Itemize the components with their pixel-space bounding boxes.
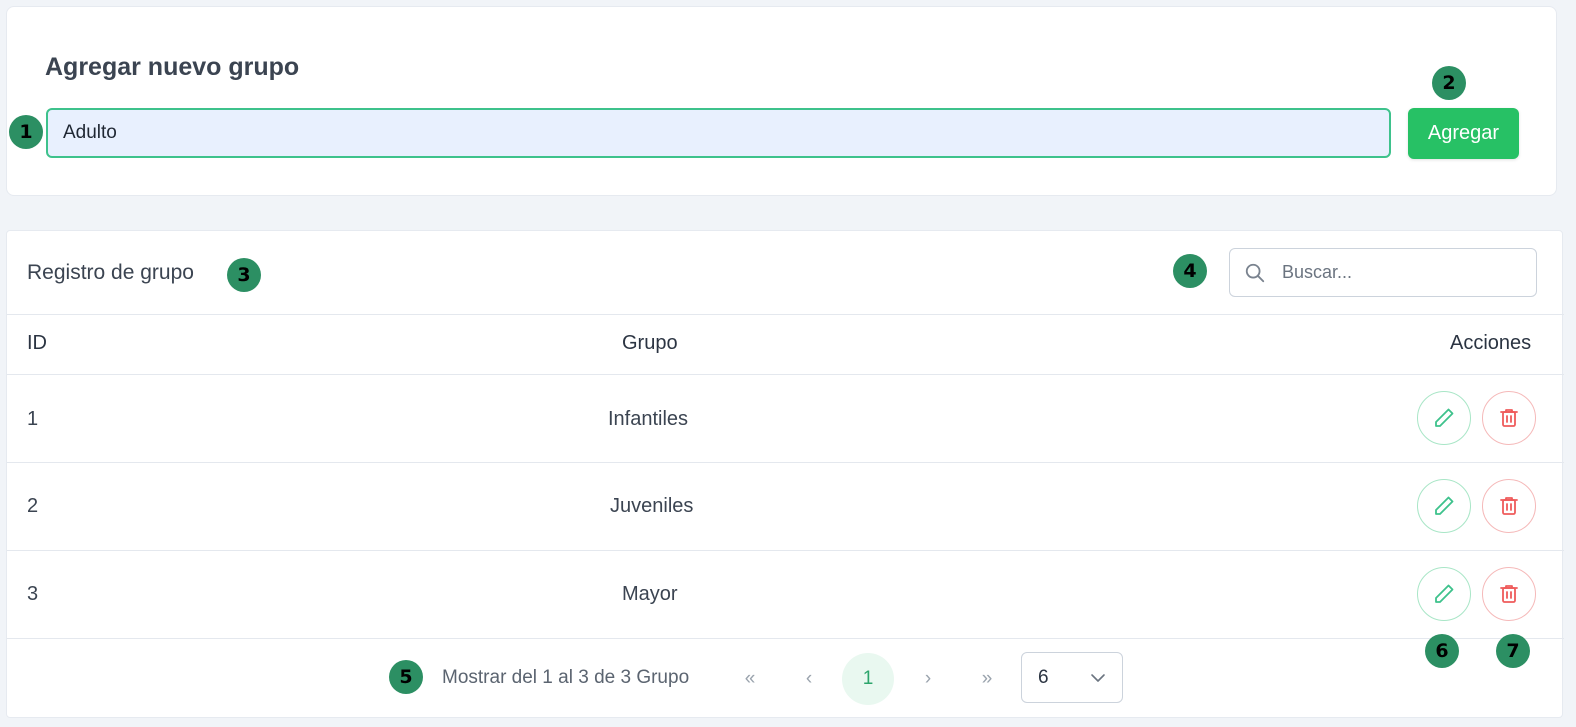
per-page-value: 6 xyxy=(1038,666,1049,688)
trash-icon xyxy=(1500,497,1518,515)
page-1-button[interactable]: 1 xyxy=(842,653,894,705)
add-group-card: Agregar nuevo grupo Agregar xyxy=(6,6,1557,196)
annotation-marker: 2 xyxy=(1432,66,1466,100)
last-page-button[interactable]: » xyxy=(961,653,1013,705)
next-page-button[interactable]: › xyxy=(902,653,954,705)
row-divider xyxy=(7,462,1564,463)
annotation-marker: 1 xyxy=(9,115,43,149)
row-id: 2 xyxy=(27,495,39,517)
first-page-button[interactable]: « xyxy=(724,653,776,705)
group-registry-card: Registro de grupo ID Grupo Acciones 1 In… xyxy=(6,230,1564,718)
annotation-marker: 5 xyxy=(389,660,423,694)
trash-icon xyxy=(1500,585,1518,603)
row-divider xyxy=(7,374,1564,375)
pencil-icon xyxy=(1435,584,1454,603)
group-name-input[interactable] xyxy=(46,108,1391,158)
registry-title: Registro de grupo xyxy=(27,261,194,284)
add-button[interactable]: Agregar xyxy=(1408,108,1519,159)
search-box[interactable] xyxy=(1229,248,1537,297)
edit-button[interactable] xyxy=(1417,391,1471,445)
annotation-marker: 3 xyxy=(227,258,261,292)
search-icon xyxy=(1245,263,1265,283)
column-header-group: Grupo xyxy=(622,332,678,354)
add-group-title: Agregar nuevo grupo xyxy=(45,53,300,81)
row-id: 1 xyxy=(27,408,39,430)
pencil-icon xyxy=(1435,408,1454,427)
column-header-id: ID xyxy=(27,332,47,354)
row-id: 3 xyxy=(27,583,39,605)
pencil-icon xyxy=(1435,496,1454,515)
annotation-marker: 7 xyxy=(1496,634,1530,668)
row-divider xyxy=(7,638,1564,639)
prev-page-button[interactable]: ‹ xyxy=(783,653,835,705)
delete-button[interactable] xyxy=(1482,567,1536,621)
annotation-marker: 6 xyxy=(1425,634,1459,668)
edit-button[interactable] xyxy=(1417,479,1471,533)
pagination-summary: Mostrar del 1 al 3 de 3 Grupo xyxy=(442,667,690,688)
row-group: Infantiles xyxy=(608,408,689,430)
row-group: Juveniles xyxy=(610,495,694,517)
annotation-marker: 4 xyxy=(1173,254,1207,288)
search-input[interactable] xyxy=(1282,249,1528,296)
row-group: Mayor xyxy=(622,583,678,605)
delete-button[interactable] xyxy=(1482,479,1536,533)
edit-button[interactable] xyxy=(1417,567,1471,621)
column-header-actions: Acciones xyxy=(1450,332,1532,354)
delete-button[interactable] xyxy=(1482,391,1536,445)
header-divider xyxy=(7,314,1564,315)
row-divider xyxy=(7,550,1564,551)
per-page-select[interactable]: 6 xyxy=(1021,652,1123,703)
trash-icon xyxy=(1500,409,1518,427)
chevron-down-icon xyxy=(1091,674,1105,682)
